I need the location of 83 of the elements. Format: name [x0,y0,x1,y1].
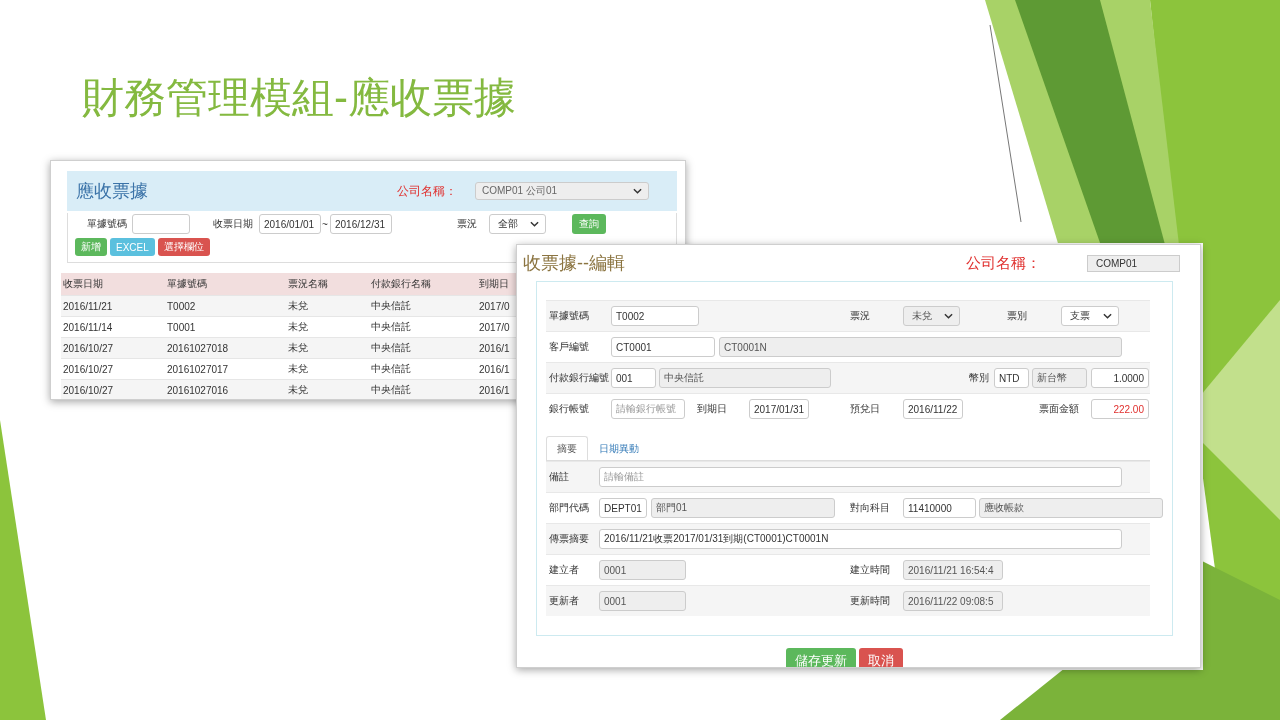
field-label: 部門代碼 [549,501,590,515]
table-cell-text: 中央信託 [370,341,412,355]
table-cell-text: 未兌 [287,320,309,334]
column-header: 收票日期 [62,277,104,291]
field-label: 銀行帳號 [549,402,590,416]
field-label: 到期日 [697,402,728,416]
table-cell-text: 中央信託 [370,362,412,376]
number-field[interactable]: 1.0000 [1091,368,1149,388]
table-cell-text: 20161027018 [166,342,230,354]
table-cell-text: 未兌 [287,362,309,376]
table-cell-text: 2016/1 [478,384,511,396]
table-cell-text: 2016/10/27 [62,363,115,375]
filter-label: 票況 [457,217,478,231]
field-label: 對向科目 [850,501,891,515]
field-label: 單據號碼 [549,309,590,323]
column-header: 付款銀行名稱 [370,277,432,291]
table-cell-text: T0001 [166,321,197,333]
tab[interactable]: 摘要 [546,436,588,460]
company-label: 公司名稱： [966,253,1041,273]
filter-label: 收票日期 [213,217,254,231]
table-cell-text: 2017/0 [478,300,511,312]
field-label: 建立者 [549,563,580,577]
table-cell-text: 中央信託 [370,320,412,334]
table-cell-text: 中央信託 [370,299,412,313]
text-field[interactable]: CT0001 [611,337,715,357]
text-field[interactable]: 2017/01/31 [749,399,809,419]
edit-title: 收票據--編輯 [523,252,625,275]
table-cell-text: 未兌 [287,383,309,397]
text-field[interactable]: T0002 [611,306,699,326]
filter-field[interactable]: 2016/01/01 [259,214,321,234]
tab[interactable]: 日期異動 [588,436,650,460]
table-cell-text: 2016/1 [478,342,511,354]
text-field[interactable]: DEPT01 [599,498,647,518]
field-label: 客戶編號 [549,340,590,354]
filter-field[interactable]: 2016/12/31 [330,214,392,234]
amount-field[interactable]: 222.00 [1091,399,1149,419]
table-cell-text: 2017/0 [478,321,511,333]
table-cell-text: 20161027016 [166,384,230,396]
filter-label: ~ [322,218,329,230]
text-field[interactable]: NTD [994,368,1029,388]
chevron-icon [1103,313,1112,319]
field-label: 票面金額 [1039,402,1080,416]
chevron-icon [530,221,539,227]
table-cell-text: 未兌 [287,299,309,313]
field-label: 預兌日 [850,402,881,416]
column-header: 單據號碼 [166,277,208,291]
status-select[interactable]: 全部 [489,214,546,234]
table-cell-text: 2016/1 [478,363,511,375]
field-label: 傳票摘要 [549,532,590,546]
company-select[interactable]: COMP01 公司01 [475,182,649,200]
field-label: 付款銀行編號 [549,371,609,385]
company-field[interactable]: COMP01 [1087,254,1180,272]
form-button[interactable]: 取消 [859,648,903,667]
field-label: 備註 [549,470,570,484]
field-label: 幣別 [969,371,990,385]
table-cell-text: 20161027017 [166,363,230,375]
text-field[interactable]: 11410000 [903,498,976,518]
filter-field[interactable] [132,214,190,234]
table-cell-text: 未兌 [287,341,309,355]
chevron-icon [944,313,953,319]
field-label: 票況 [850,309,871,323]
field-label: 更新時間 [850,594,891,608]
column-header: 票況名稱 [287,277,329,291]
slide-title: 財務管理模組-應收票據 [82,73,516,123]
field-label: 更新者 [549,594,580,608]
text-field[interactable]: 001 [611,368,656,388]
action-button[interactable]: 選擇欄位 [157,238,210,256]
table-cell-text: 2016/10/27 [62,342,115,354]
table-cell-text: 2016/10/27 [62,384,115,396]
field-label: 票別 [1007,309,1028,323]
table-cell-text: 2016/11/21 [62,300,114,312]
select-field[interactable]: 支票 [1061,306,1119,326]
text-field[interactable]: 2016/11/22 [903,399,963,419]
filter-label: 單據號碼 [87,217,128,231]
table-cell-text: 中央信託 [370,383,412,397]
table-cell-text: T0002 [166,300,197,312]
page-title: 應收票據 [76,180,148,203]
table-cell-text: 2016/11/14 [62,321,114,333]
chevron-icon [633,188,642,194]
text-field[interactable]: 2016/11/21收票2017/01/31到期(CT0001)CT0001N [599,529,1122,549]
column-header: 到期日 [478,277,510,291]
field-label: 建立時間 [850,563,891,577]
company-label: 公司名稱： [397,182,457,200]
